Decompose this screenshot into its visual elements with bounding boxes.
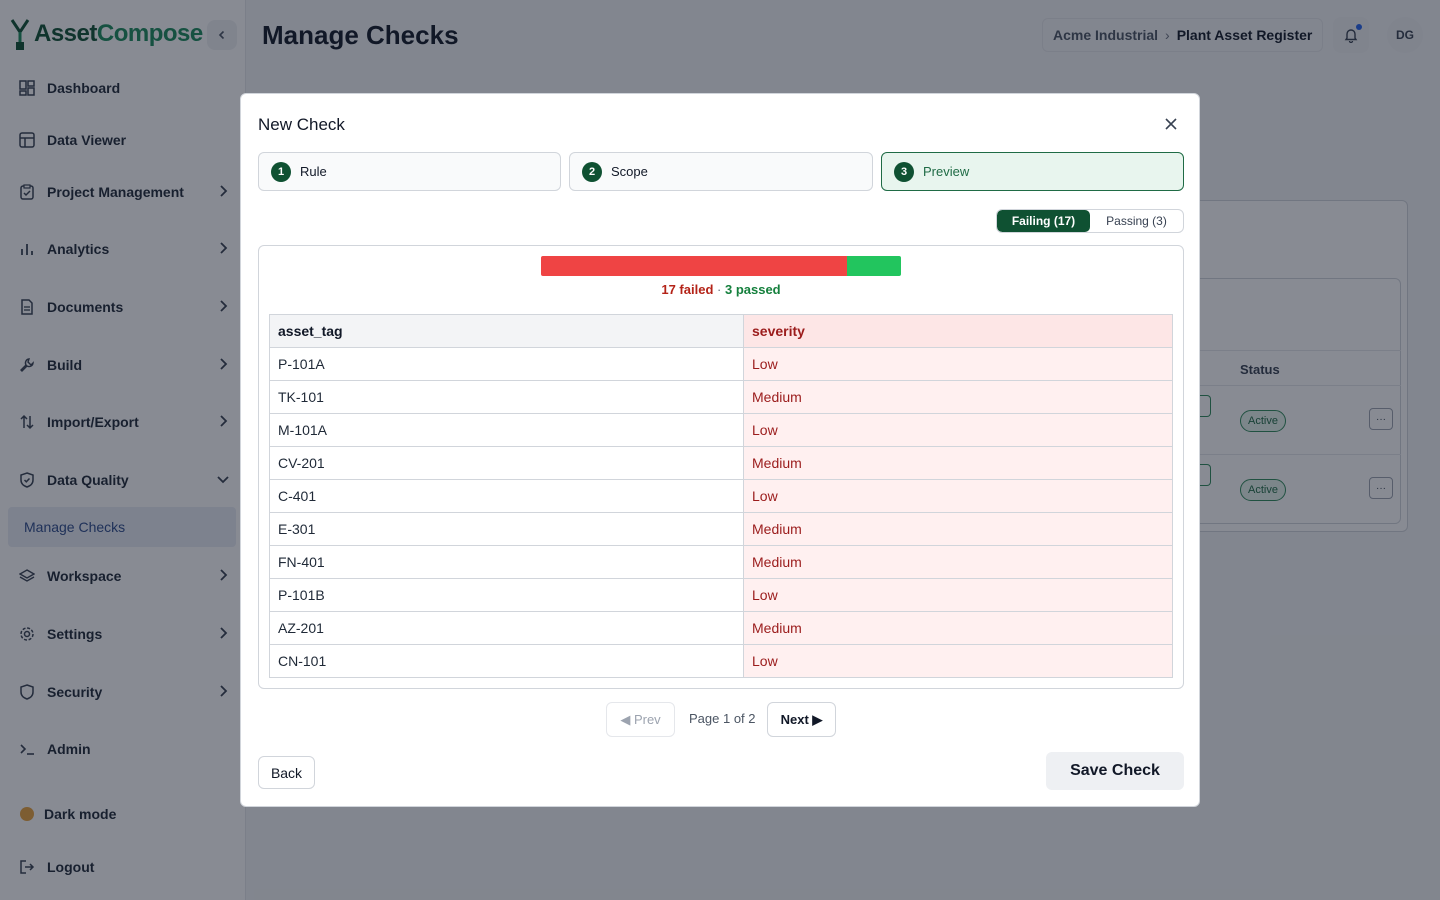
severity-cell: Low (743, 479, 1173, 513)
severity-cell: Low (743, 644, 1173, 678)
result-filter-toggle: Failing (17) Passing (3) (996, 209, 1184, 233)
step-number: 3 (894, 161, 914, 182)
passing-tab[interactable]: Passing (3) (1090, 210, 1183, 232)
step-label: Preview (923, 164, 970, 179)
page-indicator: Page 1 of 2 (689, 711, 756, 726)
summary-separator: · (717, 282, 722, 297)
step-label: Scope (611, 164, 648, 179)
asset-tag-cell: M-101A (269, 413, 744, 447)
close-icon (1165, 118, 1177, 130)
preview-panel: 17 failed · 3 passed asset_tag severity … (258, 245, 1184, 689)
asset-tag-cell: C-401 (269, 479, 744, 513)
results-table: asset_tag severity P-101A Low TK-101 Medium… (269, 314, 1173, 678)
table-row: P-101B Low (269, 578, 1173, 612)
asset-tag-cell: CV-201 (269, 446, 744, 480)
asset-tag-cell: E-301 (269, 512, 744, 546)
table-row: P-101A Low (269, 347, 1173, 381)
table-row: C-401 Low (269, 479, 1173, 513)
table-row: AZ-201 Medium (269, 611, 1173, 645)
asset-tag-cell: FN-401 (269, 545, 744, 579)
table-row: FN-401 Medium (269, 545, 1173, 579)
step-label: Rule (300, 164, 327, 179)
asset-tag-cell: CN-101 (269, 644, 744, 678)
table-row: CN-101 Low (269, 644, 1173, 678)
table-row: E-301 Medium (269, 512, 1173, 546)
severity-cell: Medium (743, 545, 1173, 579)
step-preview[interactable]: 3 Preview (881, 152, 1184, 191)
next-page-button[interactable]: Next ▶ (767, 702, 836, 737)
severity-cell: Medium (743, 380, 1173, 414)
asset-tag-cell: P-101A (269, 347, 744, 381)
close-button[interactable] (1160, 113, 1182, 135)
dialog-title: New Check (258, 115, 345, 134)
step-number: 2 (582, 161, 602, 182)
table-row: M-101A Low (269, 413, 1173, 447)
severity-cell: Low (743, 347, 1173, 381)
column-header-severity[interactable]: severity (743, 314, 1173, 348)
severity-cell: Medium (743, 446, 1173, 480)
back-button[interactable]: Back (258, 756, 315, 789)
severity-cell: Medium (743, 512, 1173, 546)
asset-tag-cell: P-101B (269, 578, 744, 612)
severity-cell: Low (743, 413, 1173, 447)
failing-tab[interactable]: Failing (17) (997, 210, 1090, 232)
asset-tag-cell: TK-101 (269, 380, 744, 414)
prev-page-button[interactable]: ◀ Prev (606, 702, 675, 737)
table-row: TK-101 Medium (269, 380, 1173, 414)
severity-cell: Low (743, 578, 1173, 612)
severity-cell: Medium (743, 611, 1173, 645)
result-summary: 17 failed · 3 passed (259, 282, 1183, 297)
column-header-asset-tag[interactable]: asset_tag (269, 314, 744, 348)
save-check-button[interactable]: Save Check (1046, 752, 1184, 790)
step-scope[interactable]: 2 Scope (569, 152, 873, 191)
passed-segment (847, 256, 901, 276)
table-header-row: asset_tag severity (269, 314, 1173, 348)
failed-count: 17 failed (661, 282, 714, 297)
pass-fail-bar (541, 256, 901, 276)
table-row: CV-201 Medium (269, 446, 1173, 480)
failed-segment (541, 256, 847, 276)
passed-count: 3 passed (724, 282, 781, 297)
step-number: 1 (271, 161, 291, 182)
asset-tag-cell: AZ-201 (269, 611, 744, 645)
new-check-dialog: New Check 1 Rule 2 Scope 3 Preview Faili… (240, 93, 1200, 807)
step-rule[interactable]: 1 Rule (258, 152, 561, 191)
